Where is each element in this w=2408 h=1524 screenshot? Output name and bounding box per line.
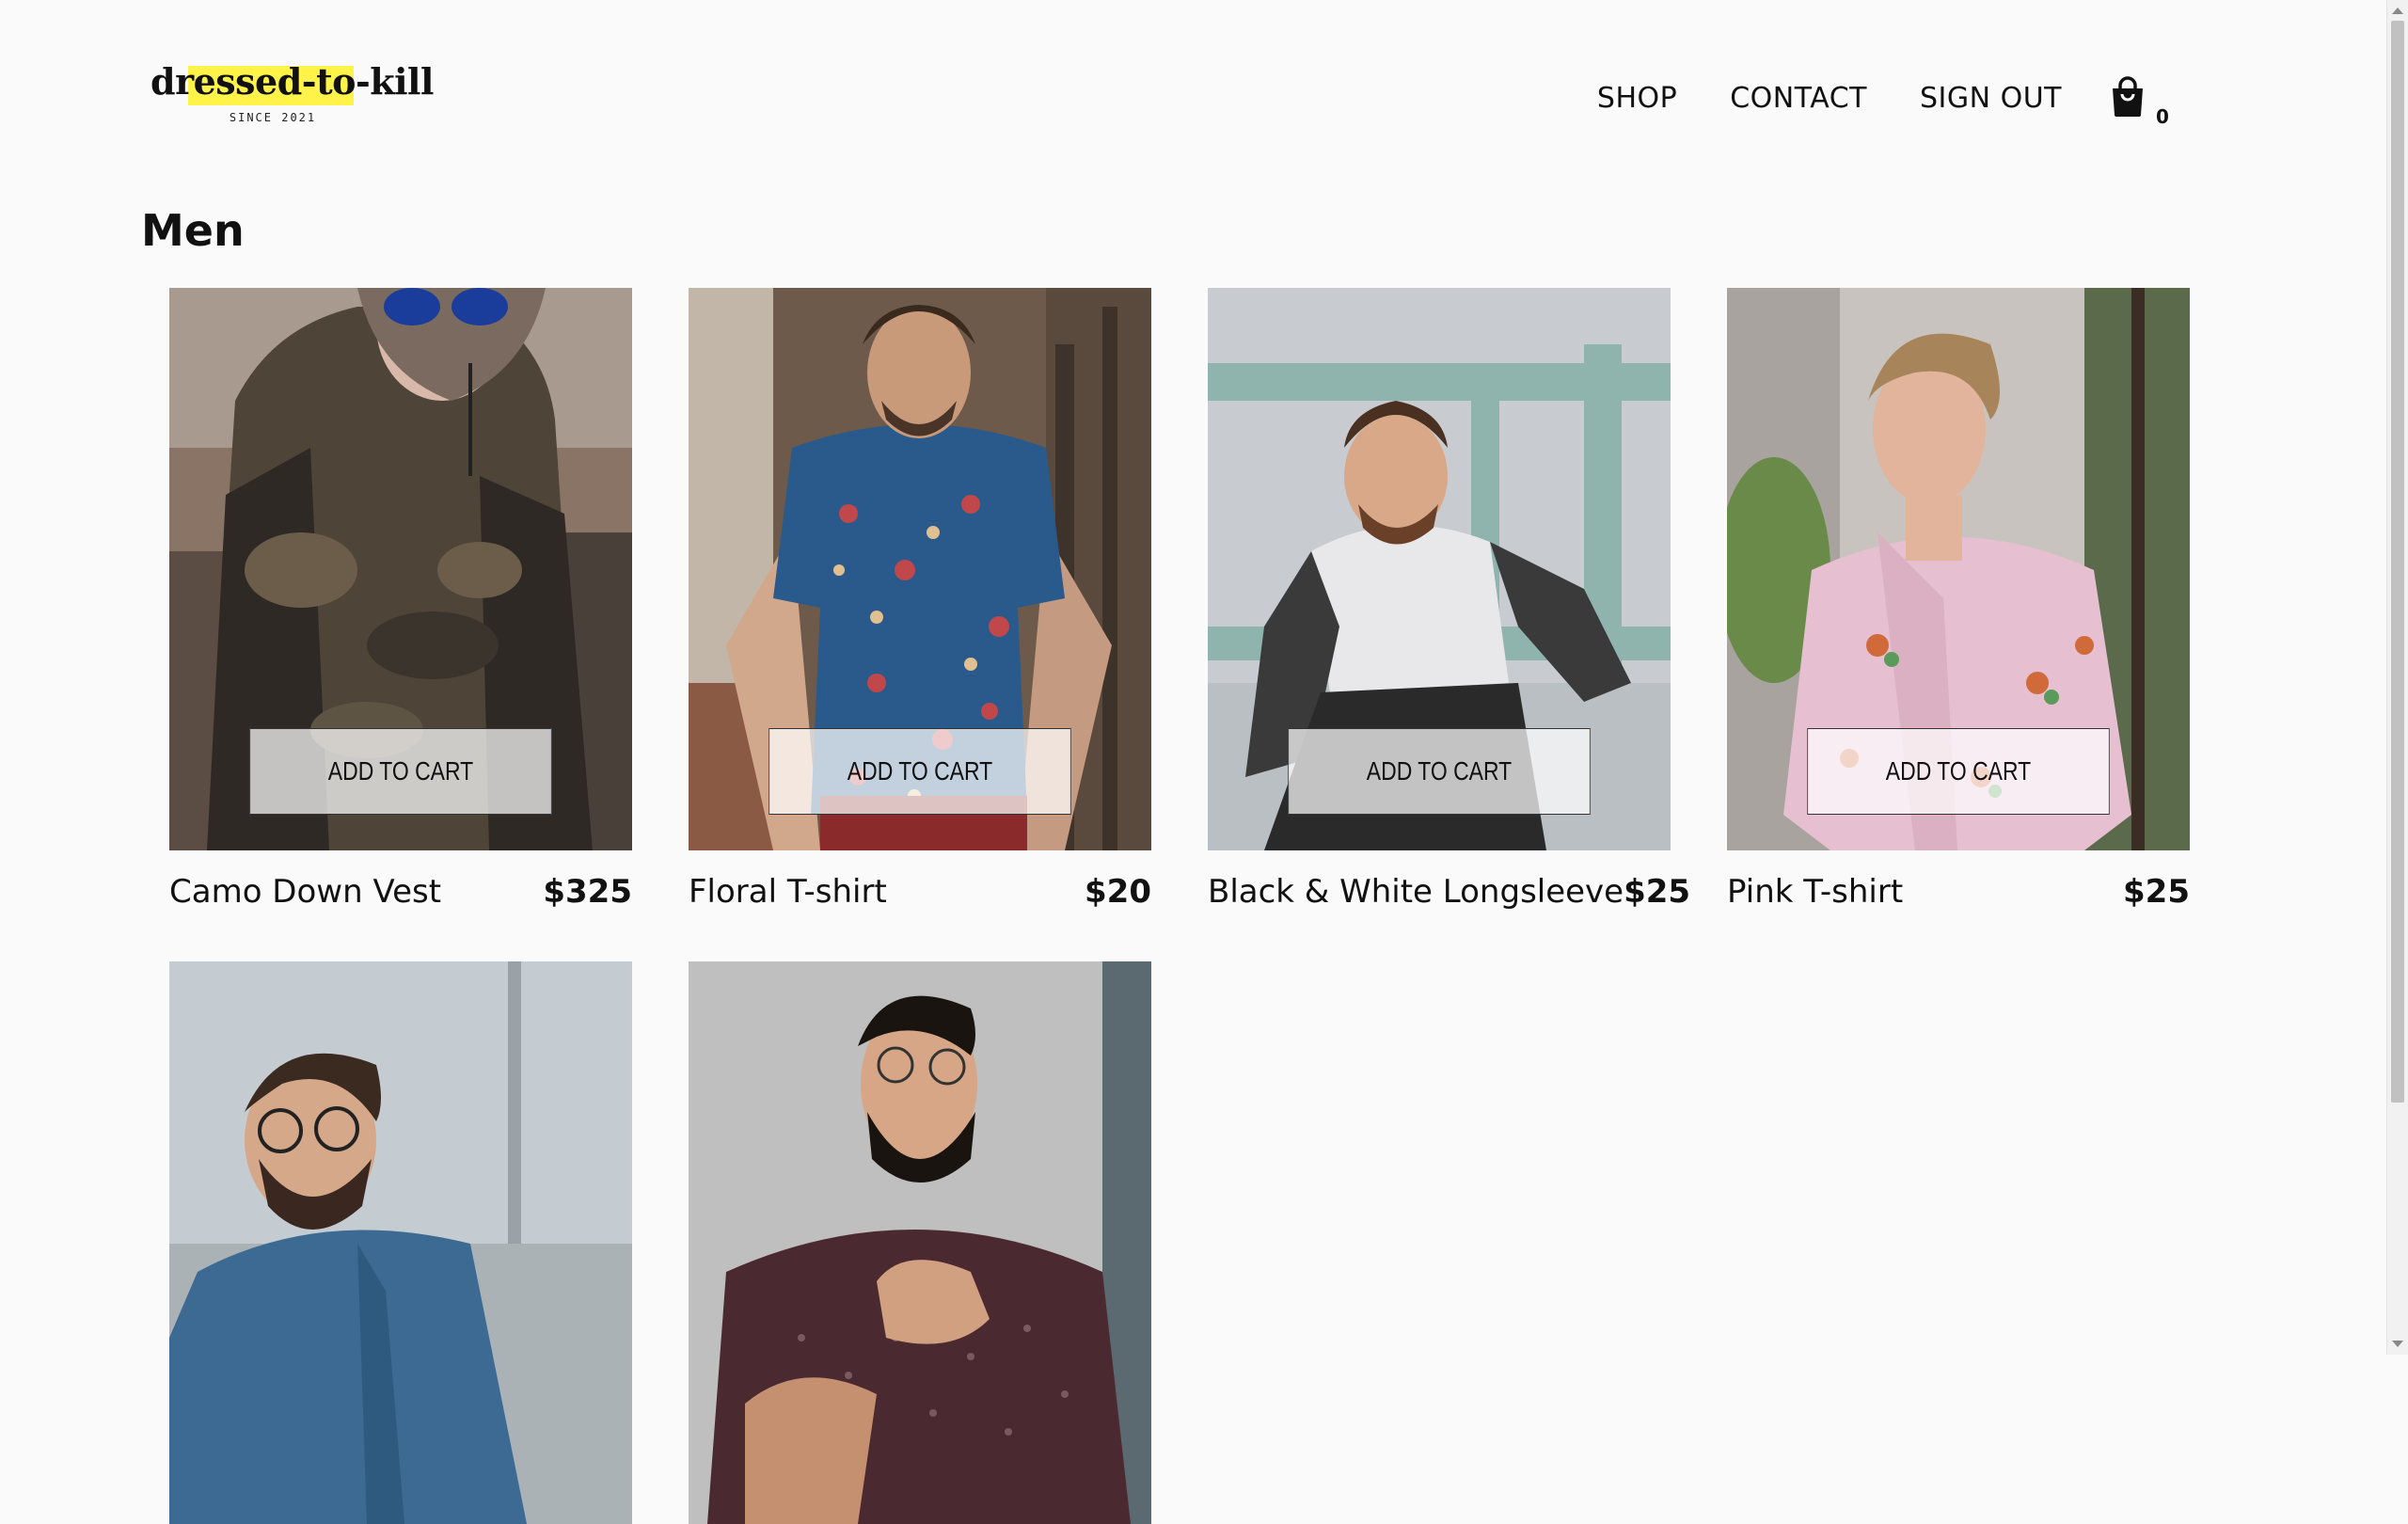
product-name[interactable]: Black & White Longsleeve (1208, 873, 1624, 911)
product-image[interactable] (169, 961, 632, 1524)
logo-prefix: dr (150, 60, 194, 103)
product-meta: Pink T-shirt $25 (1727, 869, 2190, 914)
product-name[interactable]: Camo Down Vest (169, 873, 441, 911)
page-scrollbar[interactable] (2386, 0, 2408, 1355)
dotted-shirt-photo (689, 961, 1151, 1524)
logo-tagline: SINCE 2021 (229, 111, 317, 124)
category-title: Men (141, 205, 245, 256)
logo-suffix: ill (394, 60, 434, 103)
scroll-down-arrow-icon[interactable] (2392, 1341, 2403, 1347)
product-image[interactable] (689, 961, 1151, 1524)
add-to-cart-button[interactable]: ADD TO CART (249, 728, 552, 815)
product-image[interactable]: ADD TO CART (1727, 288, 2190, 850)
main-nav: SHOP CONTACT SIGN OUT 0 (1545, 75, 2169, 128)
add-to-cart-button[interactable]: ADD TO CART (768, 728, 1071, 815)
product-name[interactable]: Pink T-shirt (1727, 873, 1903, 911)
product-meta: Floral T-shirt $20 (689, 869, 1151, 914)
nav-contact[interactable]: CONTACT (1730, 82, 1867, 115)
product-card: ADD TO CART Camo Down Vest $325 (169, 288, 632, 914)
logo-highlight-text: essed-to-k (193, 60, 395, 103)
product-price: $325 (543, 873, 632, 911)
logo[interactable]: dressed-to-kill SINCE 2021 (150, 58, 434, 134)
cart-button[interactable]: 0 (2109, 75, 2169, 128)
page: dressed-to-kill SINCE 2021 SHOP CONTACT … (0, 0, 2387, 1524)
add-to-cart-button[interactable]: ADD TO CART (1807, 728, 2110, 815)
product-meta: Black & White Longsleeve $25 (1208, 869, 1690, 914)
shopping-bag-icon (2113, 76, 2143, 117)
product-image[interactable]: ADD TO CART (689, 288, 1151, 850)
product-card: ADD TO CART Pink T-shirt $25 (1727, 288, 2190, 914)
product-image[interactable]: ADD TO CART (1208, 288, 1671, 850)
add-to-cart-button[interactable]: ADD TO CART (1288, 728, 1591, 815)
product-card (689, 961, 1151, 1524)
scroll-up-arrow-icon[interactable] (2392, 8, 2403, 14)
cart-count-badge: 0 (2156, 105, 2169, 128)
product-price: $25 (1624, 873, 1691, 911)
product-price: $25 (2123, 873, 2190, 911)
product-card (169, 961, 632, 1524)
product-name[interactable]: Floral T-shirt (689, 873, 887, 911)
nav-shop[interactable]: SHOP (1597, 82, 1677, 115)
product-price: $20 (1085, 873, 1151, 911)
product-meta: Camo Down Vest $325 (169, 869, 632, 914)
denim-shirt-photo (169, 961, 632, 1524)
logo-wordmark: dressed-to-kill (150, 58, 434, 105)
scrollbar-thumb[interactable] (2391, 21, 2404, 1103)
product-card: ADD TO CART Floral T-shirt $20 (689, 288, 1151, 914)
product-image[interactable]: ADD TO CART (169, 288, 632, 850)
nav-sign-out[interactable]: SIGN OUT (1920, 82, 2062, 115)
product-card: ADD TO CART Black & White Longsleeve $25 (1208, 288, 1690, 914)
